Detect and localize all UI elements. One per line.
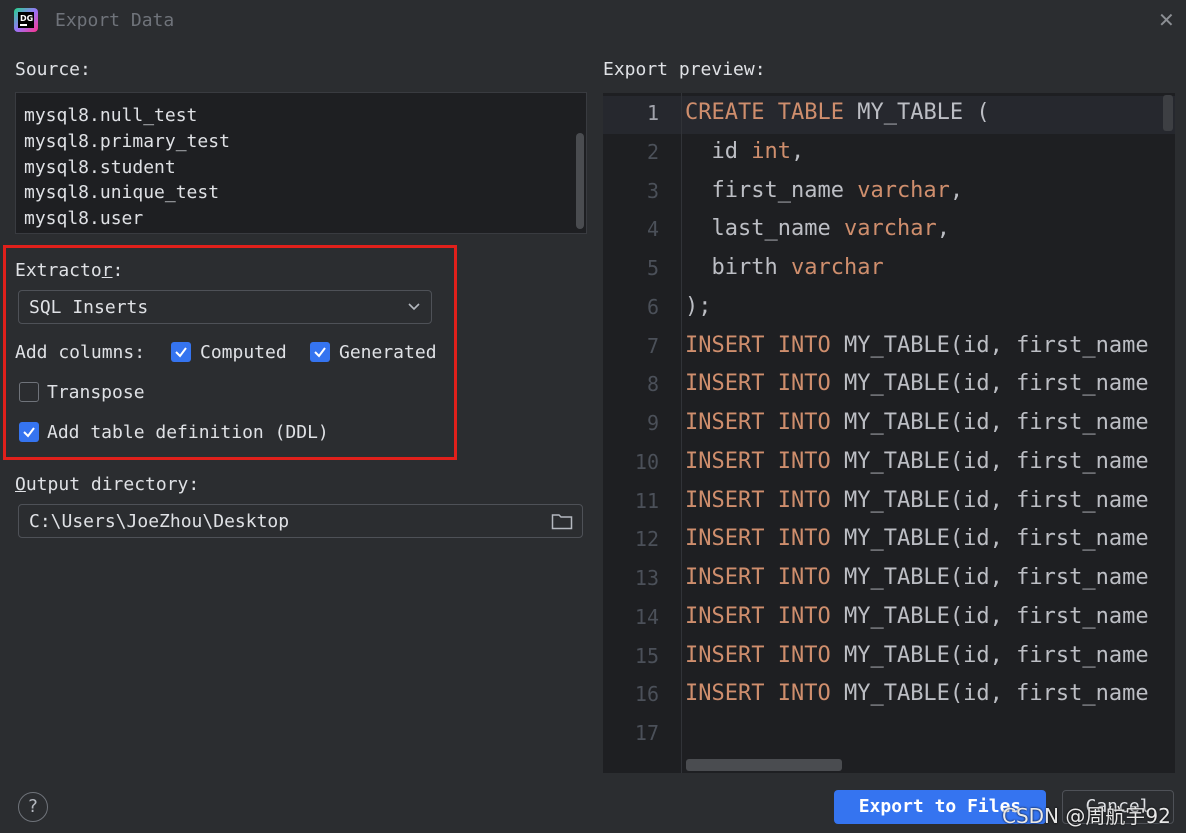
chevron-down-icon	[408, 303, 420, 311]
line-number: 10	[634, 450, 659, 474]
svg-text:DG: DG	[20, 14, 33, 23]
code-line: INSERT INTO MY_TABLE(id, first_name	[685, 643, 1149, 668]
source-label: Source:	[15, 59, 91, 80]
preview-vertical-scrollbar[interactable]	[1163, 95, 1173, 131]
code-line: INSERT INTO MY_TABLE(id, first_name	[685, 565, 1149, 590]
source-list-box[interactable]: mysql8.null_test mysql8.primary_test mys…	[15, 92, 587, 234]
computed-checkbox[interactable]	[171, 342, 191, 362]
code-line: INSERT INTO MY_TABLE(id, first_name	[685, 333, 1149, 358]
watermark: CSDN @周航宇92	[1002, 804, 1171, 828]
check-icon	[314, 347, 326, 358]
export-preview-label: Export preview:	[603, 59, 766, 80]
line-number: 13	[634, 566, 659, 590]
list-item[interactable]	[24, 93, 230, 103]
line-number: 8	[646, 372, 659, 396]
code-line: INSERT INTO MY_TABLE(id, first_name	[685, 449, 1149, 474]
extractor-select-value: SQL Inserts	[29, 297, 149, 318]
code-line: INSERT INTO MY_TABLE(id, first_name	[685, 604, 1149, 629]
transpose-checkbox[interactable]	[19, 382, 39, 402]
line-number: 15	[634, 644, 659, 668]
code-line: first_name varchar,	[711, 178, 964, 203]
code-line: INSERT INTO MY_TABLE(id, first_name	[685, 488, 1149, 513]
list-item[interactable]: mysql8.student	[24, 155, 230, 181]
line-number: 1	[646, 101, 659, 125]
ddl-label[interactable]: Add table definition (DDL)	[47, 422, 329, 443]
code-line: INSERT INTO MY_TABLE(id, first_name	[685, 410, 1149, 435]
line-number: 5	[646, 256, 659, 280]
source-scrollbar[interactable]	[576, 133, 584, 229]
generated-label[interactable]: Generated	[339, 342, 437, 363]
line-number: 6	[646, 295, 659, 319]
line-number: 2	[646, 140, 659, 164]
code-line: birth varchar	[711, 255, 884, 280]
code-line: last_name varchar,	[711, 216, 950, 241]
extractor-label: Extractor:	[15, 260, 124, 281]
code-line: INSERT INTO MY_TABLE(id, first_name	[685, 526, 1149, 551]
line-number: 11	[634, 489, 659, 513]
line-number: 4	[646, 217, 659, 241]
gutter-divider	[681, 93, 682, 773]
generated-checkbox[interactable]	[310, 342, 330, 362]
code-line: CREATE TABLE MY_TABLE (	[685, 100, 990, 125]
ddl-checkbox[interactable]	[19, 422, 39, 442]
line-number-gutter: 1 2 3 4 5 6 7 8 9 10 11 12 13 14 15 16 1…	[603, 93, 681, 773]
list-item[interactable]: mysql8.user	[24, 206, 230, 232]
folder-icon[interactable]	[551, 512, 573, 530]
window-title: Export Data	[55, 10, 175, 31]
preview-horizontal-scrollbar[interactable]	[686, 759, 842, 771]
line-number: 17	[634, 721, 659, 745]
output-directory-input[interactable]: C:\Users\JoeZhou\Desktop	[18, 504, 583, 538]
list-item[interactable]: mysql8.unique_test	[24, 180, 230, 206]
computed-label[interactable]: Computed	[200, 342, 287, 363]
add-columns-label: Add columns:	[15, 342, 146, 363]
output-directory-label: Output directory:	[15, 474, 200, 495]
title-bar: DG Export Data ✕	[0, 0, 1186, 44]
line-number: 14	[634, 605, 659, 629]
close-icon[interactable]: ✕	[1158, 8, 1175, 32]
list-item[interactable]: mysql8.primary_test	[24, 129, 230, 155]
line-number: 12	[634, 527, 659, 551]
transpose-label[interactable]: Transpose	[47, 382, 145, 403]
line-number: 7	[646, 334, 659, 358]
line-number: 3	[646, 179, 659, 203]
line-number: 16	[634, 682, 659, 706]
datagrip-app-icon: DG	[14, 8, 38, 32]
extractor-select[interactable]: SQL Inserts	[18, 290, 432, 324]
code-line: id int,	[711, 139, 805, 164]
check-icon	[175, 347, 187, 358]
source-list: mysql8.null_test mysql8.primary_test mys…	[24, 93, 230, 232]
output-directory-value: C:\Users\JoeZhou\Desktop	[29, 511, 290, 532]
code-line: );	[685, 294, 712, 319]
help-button[interactable]: ?	[18, 792, 48, 822]
list-item[interactable]: mysql8.null_test	[24, 103, 230, 129]
check-icon	[23, 427, 35, 438]
code-line: INSERT INTO MY_TABLE(id, first_name	[685, 371, 1149, 396]
export-preview-editor[interactable]: 1 2 3 4 5 6 7 8 9 10 11 12 13 14 15 16 1…	[603, 93, 1175, 773]
code-line: INSERT INTO MY_TABLE(id, first_name	[685, 681, 1149, 706]
line-number: 9	[646, 411, 659, 435]
